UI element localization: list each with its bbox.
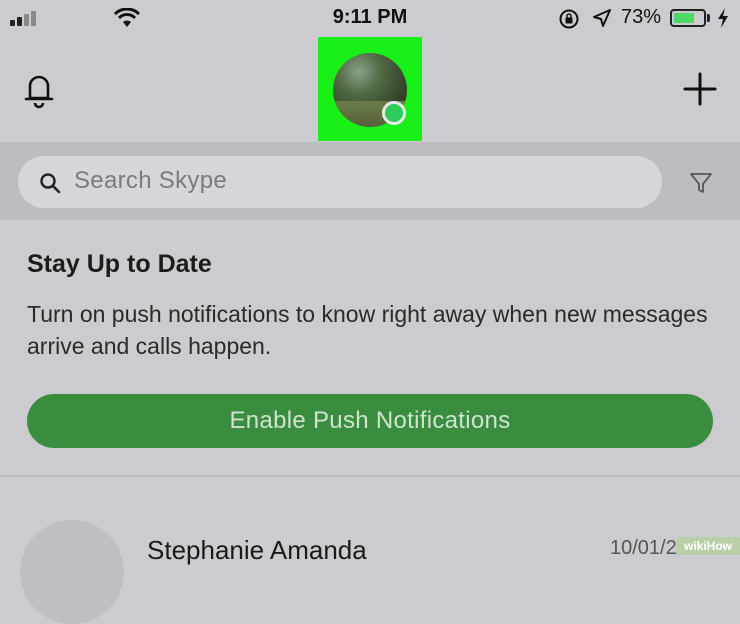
rotation-lock-icon (559, 9, 579, 29)
filter-icon[interactable] (688, 170, 714, 196)
battery-fill (674, 13, 695, 23)
battery-tip (707, 14, 710, 22)
profile-avatar-button[interactable] (318, 37, 422, 141)
battery-percent: 73% (621, 6, 662, 28)
enable-push-notifications-button[interactable]: Enable Push Notifications (27, 394, 713, 448)
bell-icon[interactable] (22, 70, 56, 110)
online-status-icon (382, 101, 406, 125)
battery-icon (670, 9, 706, 27)
card-body-text: Turn on push notifications to know right… (27, 301, 708, 359)
card-title: Stay Up to Date (27, 250, 212, 278)
divider (0, 475, 740, 477)
search-icon (40, 173, 61, 194)
watermark: wikiHow (676, 537, 740, 555)
plus-icon[interactable] (683, 72, 717, 106)
charging-icon (718, 8, 728, 28)
location-icon (593, 9, 611, 27)
search-placeholder: Search Skype (74, 167, 228, 194)
contact-name[interactable]: Stephanie Amanda (147, 535, 367, 566)
contact-avatar[interactable] (20, 520, 124, 624)
status-bar: 9:11 PM 73% (0, 0, 740, 38)
contact-date: 10/01/2 (610, 537, 677, 559)
